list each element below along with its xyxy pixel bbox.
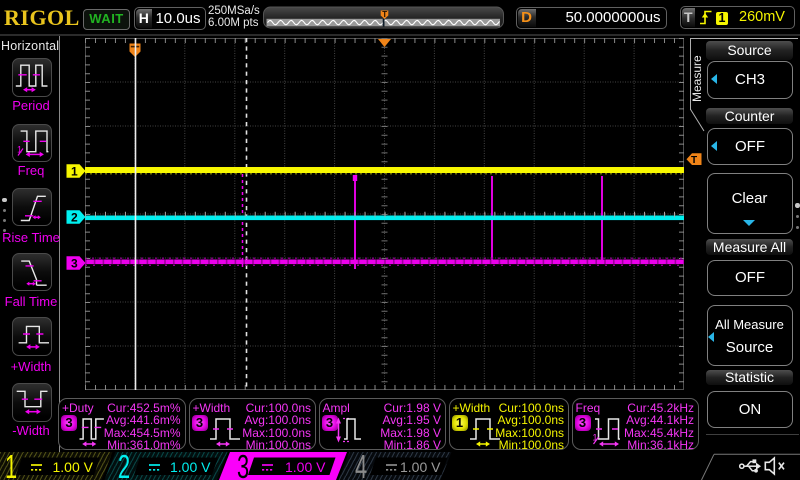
svg-text:3: 3: [71, 256, 78, 270]
svg-text:1: 1: [71, 164, 78, 178]
svg-text:T: T: [691, 155, 697, 166]
svg-text:2: 2: [71, 210, 78, 224]
